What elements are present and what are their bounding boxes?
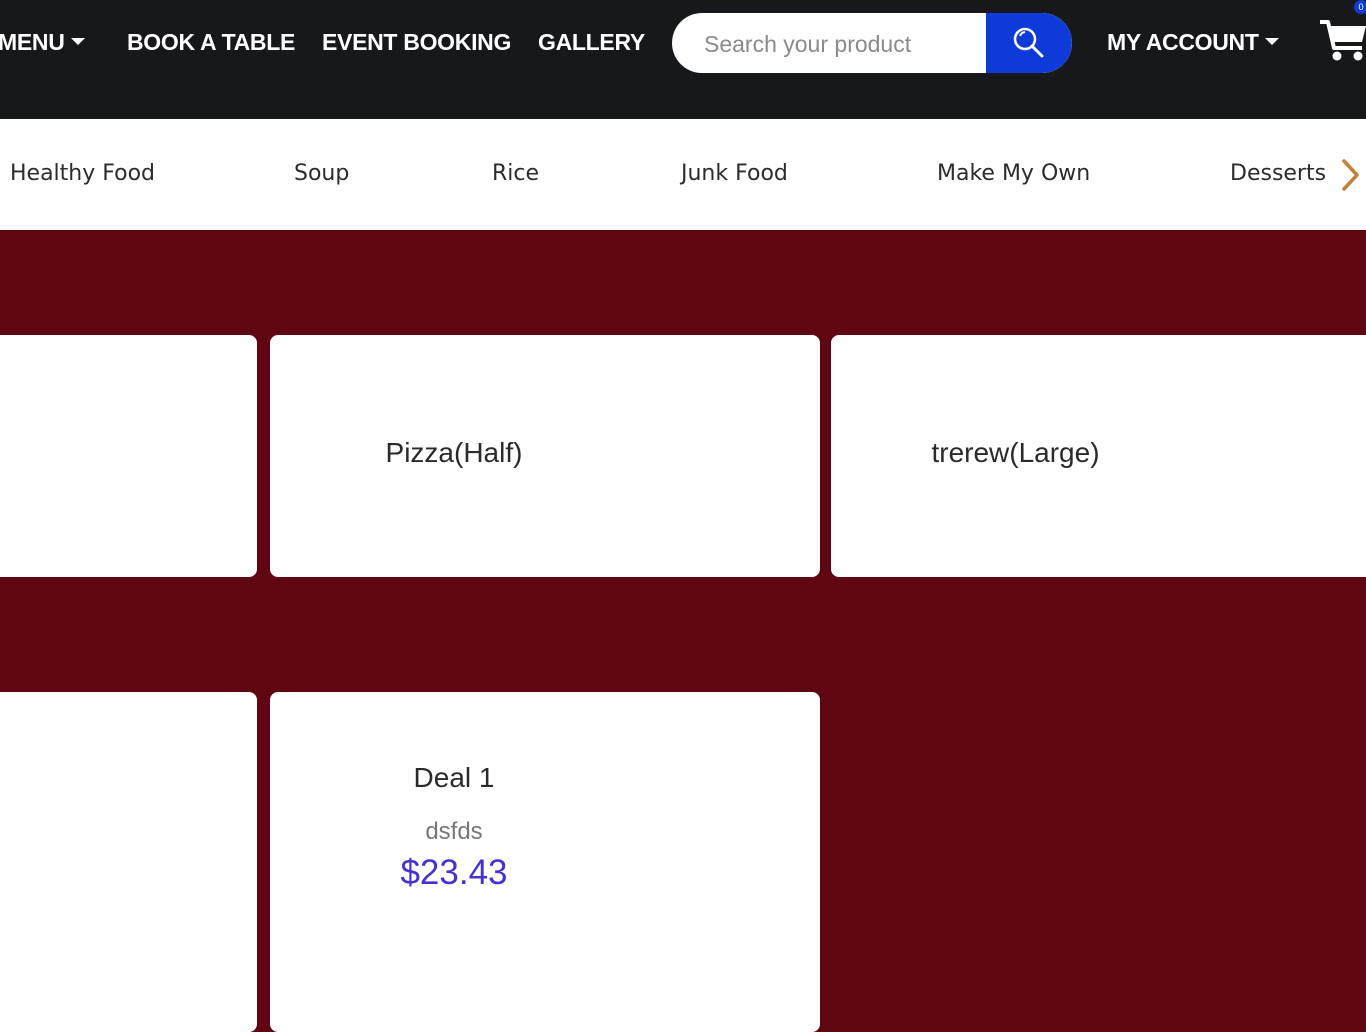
product-card[interactable]: trerew(Large) — [831, 335, 1366, 577]
product-title: Pizza(Half) — [385, 437, 523, 468]
product-title: trerew(Large) — [931, 437, 1100, 468]
chevron-right-icon[interactable] — [1340, 158, 1360, 192]
top-navbar: MENU BOOK A TABLE EVENT BOOKING GALLERY … — [0, 0, 1366, 119]
event-booking-link[interactable]: EVENT BOOKING — [322, 26, 511, 58]
category-desserts[interactable]: Desserts — [1230, 159, 1326, 189]
category-soup[interactable]: Soup — [294, 159, 349, 189]
category-make-my-own[interactable]: Make My Own — [937, 159, 1090, 189]
book-a-table-link[interactable]: BOOK A TABLE — [127, 26, 295, 58]
product-description: dsfds — [425, 818, 483, 845]
category-healthy-food[interactable]: Healthy Food — [10, 159, 155, 189]
cart-icon — [1320, 20, 1366, 61]
search-icon — [1013, 27, 1044, 58]
search-input[interactable] — [702, 13, 986, 73]
search-button[interactable] — [986, 13, 1072, 73]
search-box — [672, 13, 1072, 73]
my-account-label: MY ACCOUNT — [1107, 29, 1259, 55]
caret-down-icon — [1264, 38, 1279, 46]
product-title: Deal 1 — [413, 762, 495, 793]
menu-dropdown[interactable]: MENU — [0, 26, 85, 58]
category-rice[interactable]: Rice — [492, 159, 539, 189]
product-card[interactable]: Pizza(Half) — [270, 335, 820, 577]
my-account-dropdown[interactable]: MY ACCOUNT — [1107, 26, 1279, 58]
caret-down-icon — [70, 38, 85, 46]
cart-button[interactable] — [1318, 14, 1366, 66]
category-junk-food[interactable]: Junk Food — [681, 159, 788, 189]
category-bar: Healthy Food Soup Rice Junk Food Make My… — [0, 119, 1366, 230]
product-price: $23.43 — [400, 853, 508, 892]
cart-count-badge: 0 — [1354, 0, 1366, 14]
product-card[interactable]: Deal 1 dsfds $23.43 — [270, 692, 820, 1032]
gallery-link[interactable]: GALLERY — [538, 26, 645, 58]
menu-label: MENU — [0, 29, 65, 55]
